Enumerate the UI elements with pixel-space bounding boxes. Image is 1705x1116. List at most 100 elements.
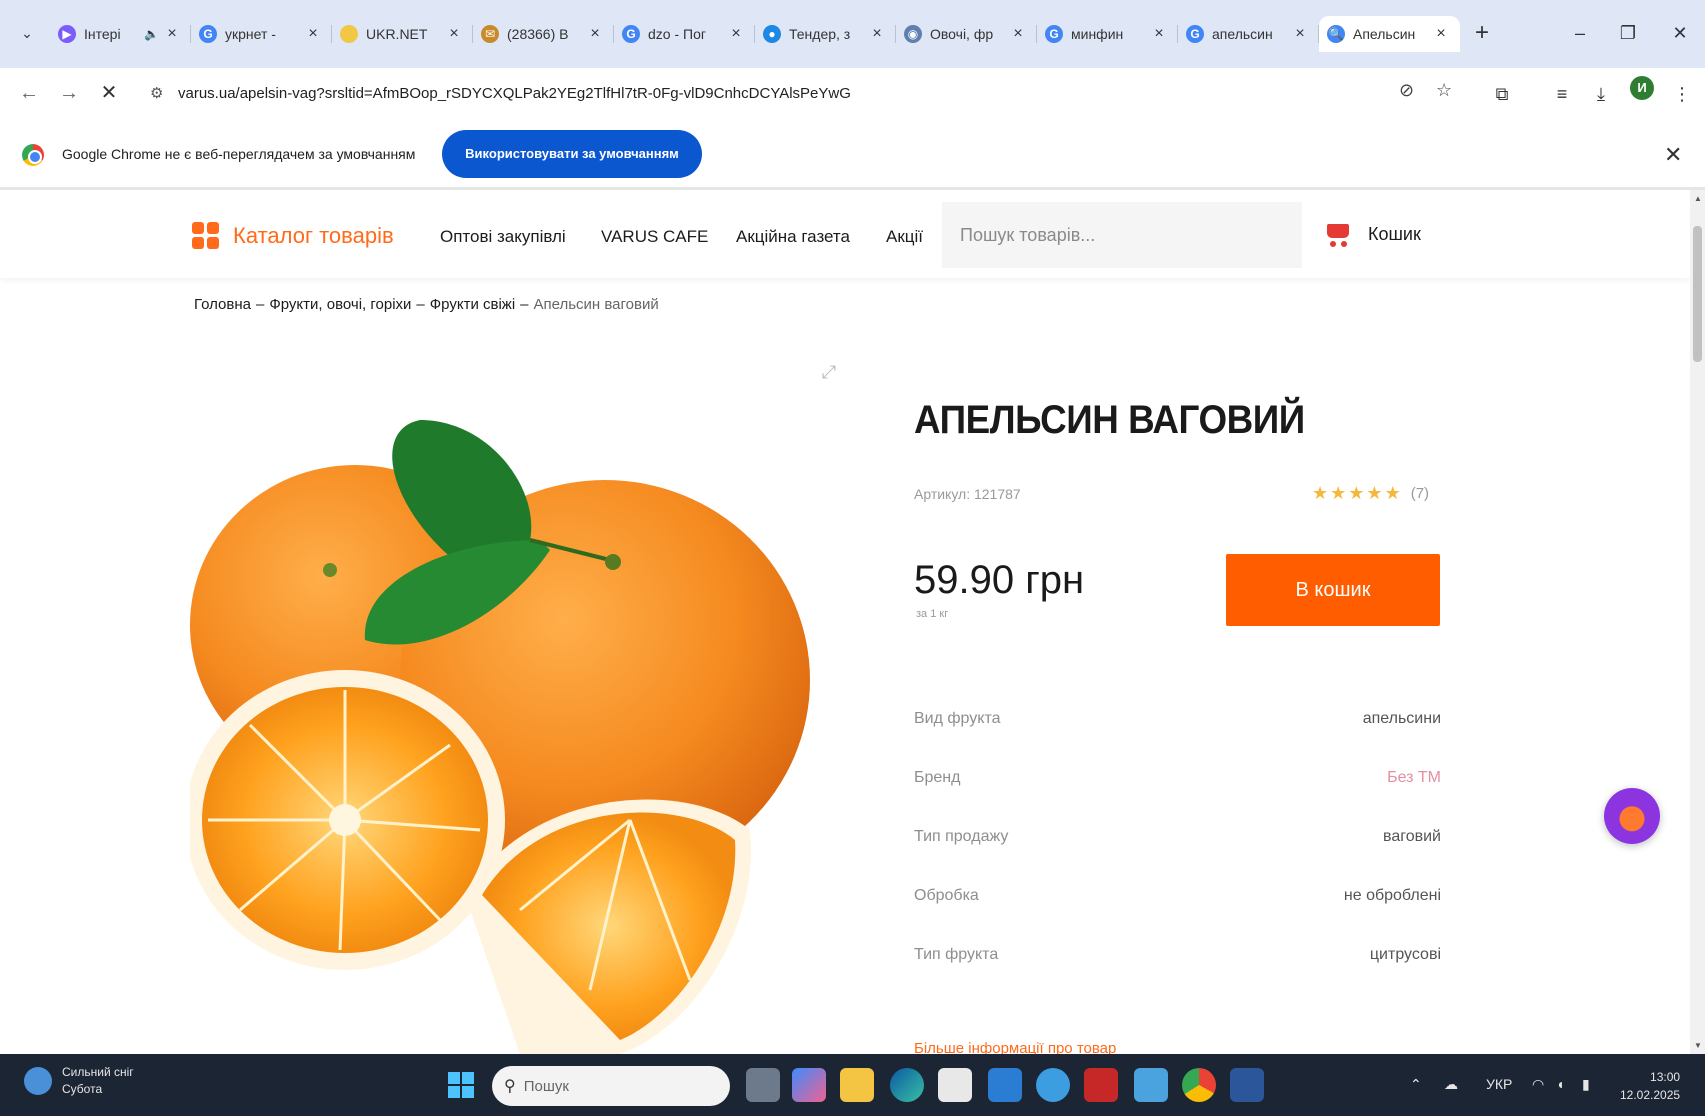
infobar-message: Google Chrome не є веб-переглядачем за у… [62,146,416,162]
calculator-icon[interactable] [938,1068,972,1102]
browser-tab[interactable]: Gминфин × [1037,16,1178,52]
tab-audio-icon[interactable]: 🔈 [144,27,159,41]
chrome-icon[interactable] [1182,1068,1216,1102]
browser-tab[interactable]: ▶ Інтері 🔈 × [50,16,191,52]
rating-count: (7) [1410,485,1430,502]
site-settings-icon[interactable]: ⚙ [150,84,174,102]
file-explorer-icon[interactable] [840,1068,874,1102]
brand-link[interactable]: Без ТМ [1387,769,1441,787]
browser-tab[interactable]: UKR.NET × [332,16,473,52]
star-icon: ★ [1312,483,1329,503]
tab-close-icon[interactable]: × [586,25,604,43]
copilot-icon[interactable] [792,1068,826,1102]
stop-loading-icon[interactable]: ✕ [94,78,124,108]
browser-tab[interactable]: Gукрнет - × [191,16,332,52]
tab-close-icon[interactable]: × [163,25,181,43]
scroll-up-icon[interactable]: ▲ [1694,194,1702,203]
tab-close-icon[interactable]: × [1009,25,1027,43]
download-icon[interactable]: ⤓ [1587,80,1615,108]
tab-close-icon[interactable]: × [1432,25,1450,43]
store-icon[interactable] [988,1068,1022,1102]
infobar-close-icon[interactable]: ✕ [1664,142,1682,168]
forward-arrow-icon[interactable]: → [54,78,84,108]
onedrive-icon[interactable]: ☁ [1444,1076,1458,1093]
tab-favicon-icon: G [199,25,217,43]
system-clock[interactable]: 13:00 12.02.2025 [1620,1068,1680,1104]
tab-close-icon[interactable]: × [727,25,745,43]
reading-list-icon[interactable]: ≡ [1548,80,1576,108]
catalog-grid-icon [192,222,219,249]
tracking-protection-icon[interactable]: ⊘ [1399,80,1414,101]
nav-link-wholesale[interactable]: Оптові закупівлі [440,227,566,247]
mail-icon[interactable] [1134,1068,1168,1102]
site-search [942,202,1302,268]
tab-close-icon[interactable]: × [1150,25,1168,43]
browser-toolbar: ← → ✕ ⚙ varus.ua/apelsin-vag?srsltid=Afm… [0,68,1705,118]
browser-tab[interactable]: Gапельсин × [1178,16,1319,52]
profile-avatar[interactable]: И [1630,76,1654,100]
tab-title: UKR.NET [366,26,428,42]
scroll-thumb[interactable] [1693,226,1702,362]
address-bar[interactable]: ⚙ varus.ua/apelsin-vag?srsltid=AfmBOop_r… [138,74,1458,112]
task-view-icon[interactable] [746,1068,780,1102]
product-search-input[interactable] [960,224,1280,246]
browser-tab[interactable]: ◉ Овочі, фр × [896,16,1037,52]
weather-widget[interactable]: Сильний сніг Субота [24,1064,134,1098]
add-to-cart-button[interactable]: В кошик [1226,554,1440,626]
star-icon: ★ [1384,483,1401,503]
breadcrumb-current: Апельсин ваговий [533,296,659,313]
new-tab-button[interactable]: + [1467,18,1497,48]
product-image[interactable] [190,390,830,1054]
breadcrumb-fruits-vegetables[interactable]: Фрукти, овочі, горіхи [269,296,411,313]
nav-link-promo-newspaper[interactable]: Акційна газета [736,227,850,247]
catalog-label: Каталог товарів [233,222,394,248]
browser-tab[interactable]: ● Тендер, з × [755,16,896,52]
web-page: Каталог товарів Оптові закупівлі VARUS C… [0,190,1690,1054]
tab-favicon-icon: ◉ [904,25,922,43]
bookmark-star-icon[interactable]: ☆ [1436,80,1452,101]
battery-icon[interactable]: ▮ [1582,1076,1590,1093]
nav-link-promotions[interactable]: Акції [886,227,923,247]
tab-close-icon[interactable]: × [445,25,463,43]
page-scrollbar[interactable]: ▲ ▼ [1690,190,1705,1054]
input-language[interactable]: УКР [1486,1076,1512,1092]
url-text: varus.ua/apelsin-vag?srsltid=AfmBOop_rSD… [178,84,851,102]
tab-title: Інтері [84,26,121,42]
minimize-icon[interactable]: – [1560,18,1600,48]
breadcrumb-home[interactable]: Головна [194,296,251,313]
tray-chevron-icon[interactable]: ⌃ [1410,1076,1422,1093]
windows-start-icon[interactable] [448,1072,474,1098]
edge-icon[interactable] [890,1068,924,1102]
scroll-down-icon[interactable]: ▼ [1694,1041,1702,1050]
tab-title: укрнет - [225,26,276,42]
browser-tab[interactable]: ✉ (28366) В × [473,16,614,52]
tab-close-icon[interactable]: × [1291,25,1309,43]
set-default-button[interactable]: Використовувати за умовчанням [442,130,702,178]
catalog-button[interactable]: Каталог товарів [192,222,394,249]
share-icon[interactable]: ⤢ [818,362,840,384]
extensions-icon[interactable]: ⧉ [1488,80,1516,108]
tab-favicon-icon: G [1186,25,1204,43]
more-info-link[interactable]: Більше інформації про товар [914,1040,1116,1054]
tab-close-icon[interactable]: × [868,25,886,43]
tab-search-chevron-icon[interactable]: ⌄ [14,20,40,46]
wifi-icon[interactable]: ◠ [1532,1076,1544,1093]
restore-icon[interactable]: ❐ [1608,18,1648,48]
breadcrumb-fresh-fruits[interactable]: Фрукти свіжі [430,296,515,313]
word-icon[interactable] [1230,1068,1264,1102]
tab-favicon-icon: ✉ [481,25,499,43]
chat-widget-icon[interactable] [1604,788,1660,844]
help-icon[interactable] [1036,1068,1070,1102]
back-arrow-icon[interactable]: ← [14,78,44,108]
volume-icon[interactable]: ◖ [1556,1076,1564,1092]
close-window-icon[interactable]: ✕ [1660,18,1700,48]
antivirus-icon[interactable] [1084,1068,1118,1102]
nav-link-varus-cafe[interactable]: VARUS CAFE [601,227,708,247]
browser-tab[interactable]: 🔍 Апельсин × [1319,16,1460,52]
product-rating[interactable]: ★ ★ ★ ★ ★ (7) [1312,483,1429,504]
taskbar-search[interactable]: ⚲ Пошук [492,1066,730,1106]
tab-close-icon[interactable]: × [304,25,322,43]
more-menu-icon[interactable]: ⋮ [1668,80,1696,108]
browser-tab[interactable]: Gdzo - Пог × [614,16,755,52]
cart-button[interactable]: Кошик [1324,220,1421,248]
